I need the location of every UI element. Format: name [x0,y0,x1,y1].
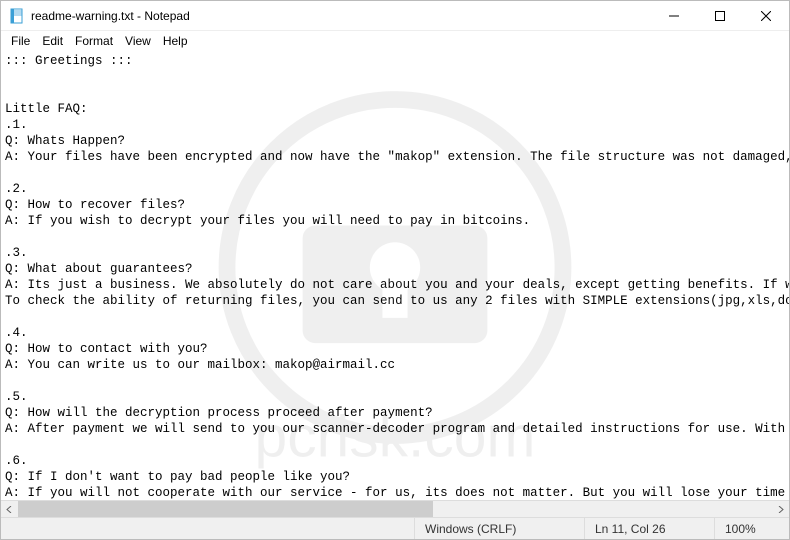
scroll-right-button[interactable] [772,501,789,517]
menu-bar: File Edit Format View Help [1,31,789,51]
window-controls [651,1,789,30]
status-encoding: Windows (CRLF) [414,518,584,539]
status-position: Ln 11, Col 26 [584,518,714,539]
status-zoom: 100% [714,518,789,539]
menu-view[interactable]: View [119,33,157,49]
minimize-button[interactable] [651,1,697,30]
menu-edit[interactable]: Edit [36,33,69,49]
scroll-left-button[interactable] [1,501,18,517]
window-title: readme-warning.txt - Notepad [31,9,190,23]
text-editor[interactable]: ::: Greetings ::: Little FAQ: .1. Q: Wha… [1,51,789,500]
maximize-button[interactable] [697,1,743,30]
notepad-window: readme-warning.txt - Notepad File Edit F… [0,0,790,540]
menu-help[interactable]: Help [157,33,194,49]
scrollbar-track[interactable] [18,501,772,517]
close-button[interactable] [743,1,789,30]
horizontal-scrollbar[interactable] [1,500,789,517]
menu-file[interactable]: File [5,33,36,49]
titlebar: readme-warning.txt - Notepad [1,1,789,31]
editor-viewport: ::: Greetings ::: Little FAQ: .1. Q: Wha… [1,51,789,517]
status-bar: Windows (CRLF) Ln 11, Col 26 100% [1,517,789,539]
scrollbar-thumb[interactable] [18,501,433,517]
notepad-icon [9,8,25,24]
menu-format[interactable]: Format [69,33,119,49]
